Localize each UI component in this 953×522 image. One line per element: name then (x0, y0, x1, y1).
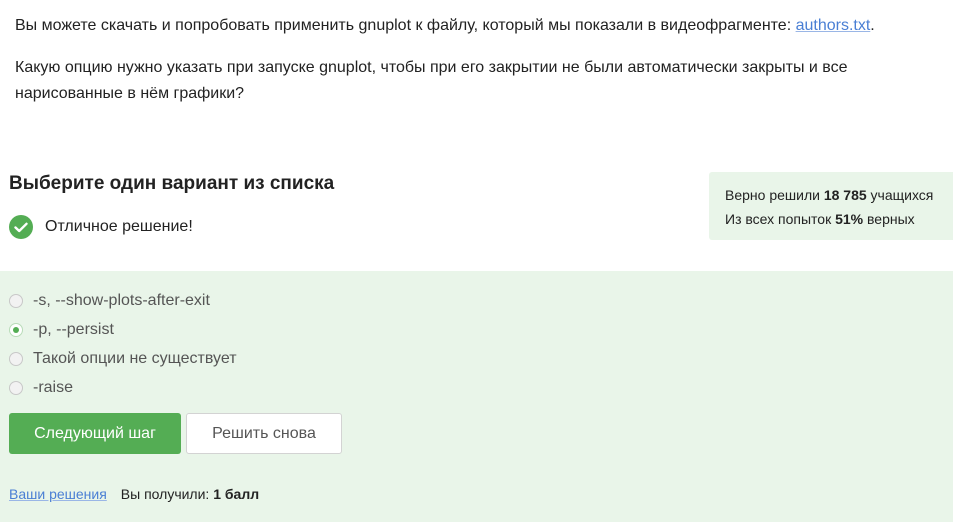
option-label: -p, --persist (33, 320, 114, 338)
score-prefix: Вы получили: (120, 486, 214, 502)
intro-paragraph: Вы можете скачать и попробовать применит… (15, 13, 935, 39)
question-text-block: Вы можете скачать и попробовать применит… (15, 13, 935, 107)
attempts-percent: 51% (835, 211, 864, 227)
option-show-plots-after-exit[interactable]: -s, --show-plots-after-exit (9, 286, 237, 315)
correct-feedback: Отличное решение! (9, 215, 193, 239)
your-solutions-link[interactable]: Ваши решения (9, 486, 107, 502)
solve-again-button[interactable]: Решить снова (186, 413, 342, 454)
score-text: Вы получили: 1 балл (121, 486, 259, 502)
radio-button[interactable] (9, 351, 23, 366)
radio-dot (13, 326, 19, 333)
task-title: Выберите один вариант из списка (9, 173, 335, 194)
option-label: -s, --show-plots-after-exit (33, 291, 210, 309)
stats-box: Верно решили 18 785 учащихся Из всех поп… (709, 172, 953, 240)
option-label: Такой опции не существует (33, 349, 237, 367)
intro-end: . (870, 17, 875, 34)
option-no-such-option[interactable]: Такой опции не существует (9, 344, 237, 373)
feedback-text: Отличное решение! (45, 218, 193, 235)
radio-button-selected[interactable] (9, 322, 23, 337)
radio-button[interactable] (9, 293, 23, 308)
option-persist[interactable]: -p, --persist (9, 315, 237, 344)
step-page: Вы можете скачать и попробовать применит… (0, 0, 953, 522)
attempts-stat: Из всех попыток 51% верных (725, 207, 953, 231)
radio-button[interactable] (9, 380, 23, 395)
next-step-button[interactable]: Следующий шаг (9, 413, 181, 454)
attempts-prefix: Из всех попыток (725, 211, 836, 227)
solved-suffix: учащихся (866, 187, 934, 203)
solved-count: 18 785 (823, 187, 867, 203)
footer-line: Ваши решения Вы получили: 1 балл (9, 486, 259, 502)
solved-prefix: Верно решили (725, 187, 824, 203)
option-raise[interactable]: -raise (9, 373, 237, 402)
options-list: -s, --show-plots-after-exit -p, --persis… (9, 286, 237, 402)
score-value: 1 балл (213, 486, 260, 502)
solved-stat: Верно решили 18 785 учащихся (725, 183, 953, 207)
attempts-suffix: верных (863, 211, 915, 227)
checkmark-icon (9, 215, 33, 239)
authors-file-link[interactable]: authors.txt (796, 17, 871, 34)
question-paragraph: Какую опцию нужно указать при запуске gn… (15, 59, 848, 102)
intro-text: Вы можете скачать и попробовать применит… (15, 17, 796, 34)
option-label: -raise (33, 378, 74, 396)
